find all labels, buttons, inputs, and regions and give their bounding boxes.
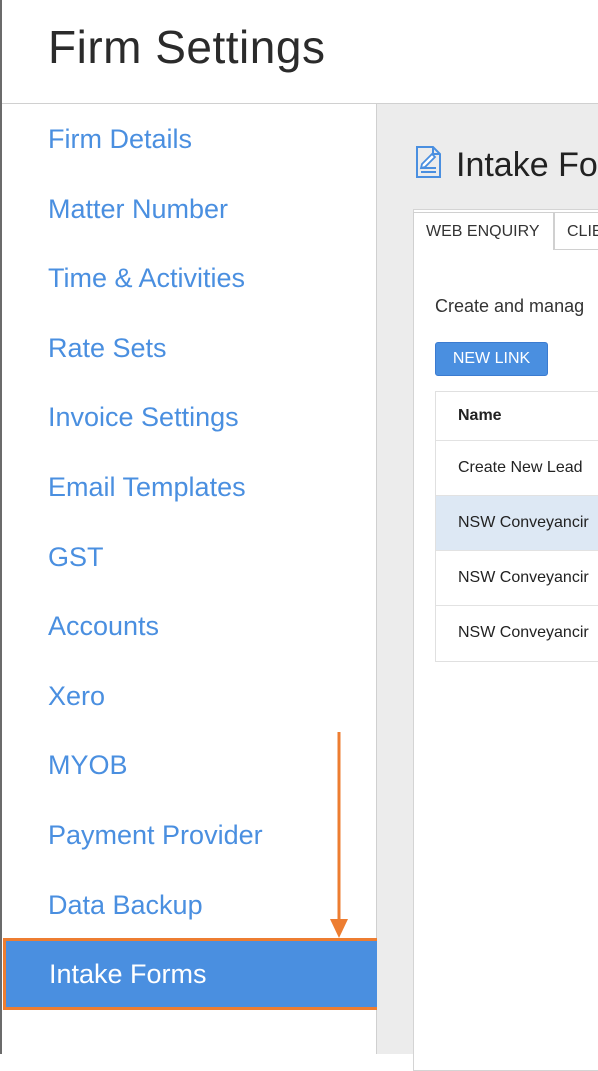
sidebar-item-label: GST bbox=[48, 542, 104, 572]
settings-sidebar: Firm Details Matter Number Time & Activi… bbox=[2, 104, 380, 1054]
table-row[interactable]: Create New Lead bbox=[436, 441, 598, 496]
sidebar-item-label: Email Templates bbox=[48, 472, 246, 502]
page-header: Firm Settings bbox=[2, 0, 598, 104]
table-row[interactable]: NSW Conveyancir bbox=[436, 606, 598, 661]
sidebar-item-rate-sets[interactable]: Rate Sets bbox=[2, 324, 376, 374]
sidebar-item-gst[interactable]: GST bbox=[2, 533, 376, 583]
sidebar-item-matter-number[interactable]: Matter Number bbox=[2, 185, 376, 235]
sidebar-item-email-templates[interactable]: Email Templates bbox=[2, 463, 376, 513]
page-title: Firm Settings bbox=[48, 21, 326, 73]
row-name: Create New Lead bbox=[458, 459, 583, 476]
row-name: NSW Conveyancir bbox=[458, 624, 589, 641]
sidebar-item-invoice-settings[interactable]: Invoice Settings bbox=[2, 393, 376, 443]
row-name: NSW Conveyancir bbox=[458, 569, 589, 586]
table-row[interactable]: NSW Conveyancir bbox=[436, 551, 598, 606]
sidebar-item-label: Accounts bbox=[48, 611, 160, 641]
main-content: Intake Fo WEB ENQUIRY CLIE Create and ma… bbox=[377, 104, 598, 1071]
intake-links-table: Name Create New Lead NSW Conveyancir NSW… bbox=[435, 391, 598, 662]
table-row[interactable]: NSW Conveyancir bbox=[436, 496, 598, 551]
tab-client[interactable]: CLIE bbox=[554, 212, 598, 250]
column-header-name[interactable]: Name bbox=[458, 407, 502, 425]
sidebar-item-label: MYOB bbox=[48, 750, 128, 780]
sidebar-item-label: Xero bbox=[48, 681, 106, 711]
sidebar-item-label: Intake Forms bbox=[49, 959, 207, 989]
section-title: Intake Fo bbox=[456, 146, 598, 184]
sidebar-item-label: Data Backup bbox=[48, 890, 203, 920]
sidebar-item-label: Invoice Settings bbox=[48, 402, 239, 432]
document-edit-icon bbox=[413, 144, 445, 180]
sidebar-item-payment-provider[interactable]: Payment Provider bbox=[2, 811, 376, 861]
sidebar-item-label: Matter Number bbox=[48, 194, 229, 224]
sidebar-item-label: Firm Details bbox=[48, 124, 193, 154]
table-header-row: Name bbox=[436, 392, 598, 441]
sidebar-item-accounts[interactable]: Accounts bbox=[2, 602, 376, 652]
tab-web-enquiry[interactable]: WEB ENQUIRY bbox=[413, 212, 554, 250]
sidebar-item-myob[interactable]: MYOB bbox=[2, 741, 376, 791]
sidebar-item-intake-forms[interactable]: Intake Forms bbox=[3, 938, 380, 1010]
panel-description: Create and manag bbox=[435, 296, 585, 316]
tab-bar: WEB ENQUIRY CLIE bbox=[413, 212, 598, 250]
sidebar-item-label: Payment Provider bbox=[48, 820, 263, 850]
sidebar-item-data-backup[interactable]: Data Backup bbox=[2, 881, 376, 931]
sidebar-item-firm-details[interactable]: Firm Details bbox=[2, 115, 376, 165]
sidebar-item-time-activities[interactable]: Time & Activities bbox=[2, 254, 376, 304]
row-name: NSW Conveyancir bbox=[458, 514, 589, 531]
sidebar-item-xero[interactable]: Xero bbox=[2, 672, 376, 722]
sidebar-item-label: Time & Activities bbox=[48, 263, 246, 293]
new-link-button[interactable]: NEW LINK bbox=[435, 342, 548, 376]
sidebar-item-label: Rate Sets bbox=[48, 333, 167, 363]
